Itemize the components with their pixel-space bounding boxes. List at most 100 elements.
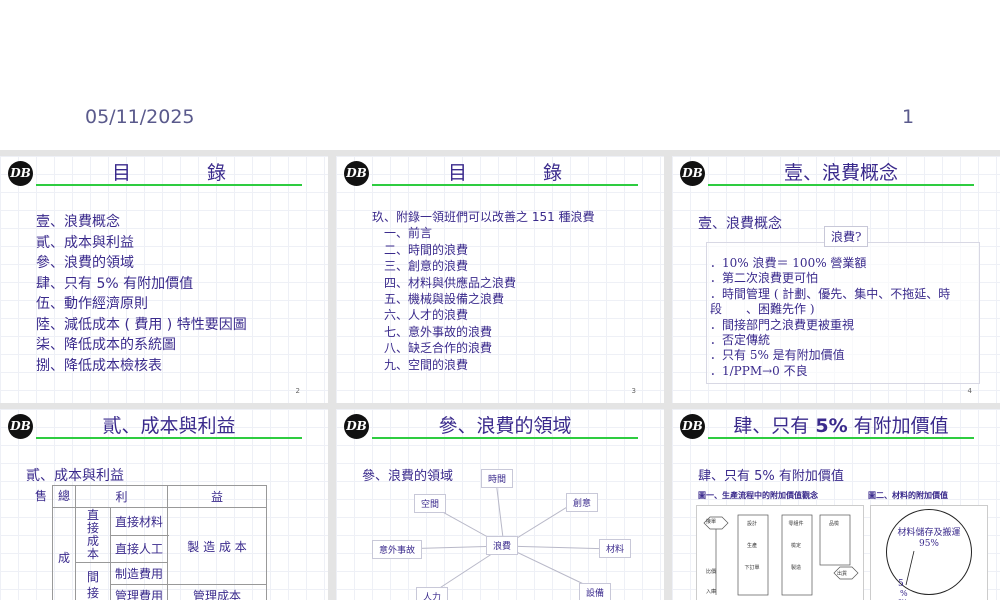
toc-list: 玖、附錄一領班們可以改善之 151 種浪費 一、前言 二、時間的浪費 三、創意的… (372, 209, 595, 373)
flow-column (781, 514, 813, 596)
table-cell: 成 (52, 507, 76, 600)
toc-item: 六、人才的浪費 (384, 308, 469, 323)
table-cell: 益 (167, 485, 268, 508)
toc-heading: 玖、附錄一領班們可以改善之 151 種浪費 (372, 210, 595, 224)
value-added-five: 5 (898, 579, 904, 589)
toc-item: 四、材料與供應品之浪費 (384, 275, 517, 290)
flow-label: 設計 (746, 521, 757, 527)
table-cell: 直接材料 (109, 507, 169, 536)
slide-title: 目 錄 (372, 162, 638, 186)
flow-label: 零組件 (788, 521, 804, 527)
flow-column (737, 514, 769, 596)
slide-title: 肆、只有 5% 有附加價值 (708, 415, 974, 439)
table-cell: 總 (52, 485, 76, 508)
concept-item: ．10% 浪費＝ 100% 營業額 (710, 256, 867, 270)
diagram-link (503, 545, 615, 550)
material-pointer (905, 550, 915, 586)
table-cell: 製 造 成 本 (167, 507, 268, 585)
table-cell: 間 接 (75, 562, 111, 600)
node-space: 空間 (414, 494, 447, 513)
table-cell: 直 接 成 本 (75, 507, 111, 563)
flow-label: 生產 (746, 543, 757, 549)
flow-label: 接單 (705, 519, 716, 525)
flow-label: 出貨 (836, 571, 847, 577)
flow-label: 入庫 (705, 589, 716, 595)
slide-number: 3 (631, 387, 636, 395)
node-equipment: 設備 (579, 583, 612, 600)
node-time: 時間 (481, 469, 514, 488)
flow-chart-shapes (703, 514, 859, 596)
flow-label: 比價 (705, 569, 716, 575)
slide-title: 目 錄 (36, 162, 302, 186)
concept-item: 段 、困難先作 ) (710, 302, 815, 317)
page-number: 1 (902, 106, 915, 128)
table-cell: 售 (34, 488, 47, 503)
concept-item: ．只有 5% 是有附加價值 (710, 348, 845, 363)
toc-item: 五、機械與設備之浪費 (384, 292, 505, 307)
toc-item: 陸、減低成本 ( 費用 ) 特性要因圖 (36, 316, 247, 333)
toc-item: 三、創意的浪費 (384, 259, 469, 274)
figure-caption: 圖一、生產流程中的附加價值觀念 (698, 491, 818, 500)
concept-list: ．10% 浪費＝ 100% 營業額 ．第二次浪費更可怕 ．時間管理 ( 計劃、優… (710, 256, 950, 379)
toc-item: 一、前言 (384, 226, 433, 241)
toc-item: 伍、動作經濟原則 (36, 296, 148, 312)
node-accident: 意外事故 (372, 540, 423, 559)
db-logo-icon: DB (8, 414, 33, 439)
cell-text: 間 (86, 569, 99, 584)
waste-question-label: 浪費? (824, 226, 869, 247)
db-logo-icon: DB (344, 161, 369, 186)
node-material: 材料 (599, 539, 632, 558)
print-date: 05/11/2025 (85, 106, 195, 128)
cell-text: 接 (86, 585, 99, 600)
slide-value-added[interactable]: DB 肆、只有 5% 有附加價值 肆、只有 5% 有附加價值 圖一、生產流程中的… (672, 409, 1000, 600)
slide-cost-profit[interactable]: DB 貳、成本與利益 貳、成本與利益 售 總 利 益 成 直 接 成 本 直接材… (0, 409, 328, 600)
slide-number: 4 (967, 387, 972, 395)
toc-item: 二、時間的浪費 (384, 242, 469, 257)
cost-table: 售 總 利 益 成 直 接 成 本 直接材料 製 造 成 本 直接人工 間 接 … (30, 485, 268, 600)
concept-item: ．時間管理 ( 計劃、優先、集中、不拖延、時 (710, 286, 951, 301)
slide-waste-domain[interactable]: DB 參、浪費的領域 參、浪費的領域 浪費 時間 創意 材料 設備 人力 意外事… (336, 409, 664, 600)
flow-label: 檢定 (790, 543, 801, 549)
slide-waste-concept[interactable]: DB 壹、浪費概念 壹、浪費概念 浪費? ．10% 浪費＝ 100% 營業額 ．… (672, 156, 1000, 403)
title-part: 有附加價值 (853, 415, 949, 437)
toc-item: 柒、降低成本的系統圖 (36, 337, 176, 353)
flow-label: 製造 (790, 565, 801, 571)
concept-item: ．間接部門之浪費更被重視 (710, 317, 855, 332)
figure-caption: 圖二、材料的附加價值 (868, 491, 948, 500)
db-logo-icon: DB (680, 161, 705, 186)
table-cell: 管理費用 (109, 584, 169, 600)
cell-text: 直 接 (86, 508, 99, 535)
slide-toc-1[interactable]: DB 目 錄 壹、浪費概念 貳、成本與利益 參、浪費的領域 肆、只有 5% 有附… (0, 156, 328, 403)
db-logo-icon: DB (8, 161, 33, 186)
toc-item: 參、浪費的領域 (36, 255, 134, 271)
node-creativity: 創意 (566, 493, 599, 512)
slide-toc-2[interactable]: DB 目 錄 玖、附錄一領班們可以改善之 151 種浪費 一、前言 二、時間的浪… (336, 156, 664, 403)
toc-list: 壹、浪費概念 貳、成本與利益 參、浪費的領域 肆、只有 5% 有附加價值 伍、動… (36, 212, 247, 376)
title-part: 5% (815, 415, 848, 437)
db-logo-icon: DB (680, 414, 705, 439)
slide-title: 貳、成本與利益 (36, 415, 302, 439)
slide-number: 2 (295, 387, 300, 395)
toc-item: 壹、浪費概念 (36, 214, 120, 230)
page-header: 05/11/2025 1 (0, 0, 1000, 150)
toc-item: 八、缺乏合作的浪費 (384, 341, 493, 356)
concept-item: ．第二次浪費更可怕 (710, 271, 819, 286)
node-manpower: 人力 (416, 587, 449, 600)
table-cell: 制造費用 (109, 562, 169, 585)
title-part: 肆、只有 (733, 415, 810, 437)
flow-label: 品檢 (828, 521, 839, 527)
toc-item: 貳、成本與利益 (36, 234, 134, 251)
section-heading: 肆、只有 5% 有附加價值 (698, 469, 844, 484)
center-node: 浪費 (486, 536, 519, 555)
flow-label: 下訂單 (744, 565, 760, 571)
section-heading: 貳、成本與利益 (26, 468, 124, 484)
toc-item: 捌、降低成本檢核表 (36, 357, 162, 374)
concept-item: ．1/PPM→0 不良 (710, 363, 808, 378)
concept-item: ．否定傳統 (710, 333, 771, 348)
waste-domain-diagram (397, 480, 615, 594)
section-heading: 壹、浪費概念 (698, 216, 782, 232)
slide-title: 壹、浪費概念 (708, 162, 974, 186)
toc-item: 九、空間的浪費 (384, 357, 469, 372)
table-cell: 管理成本 (167, 584, 268, 600)
toc-item: 肆、只有 5% 有附加價值 (36, 275, 194, 292)
